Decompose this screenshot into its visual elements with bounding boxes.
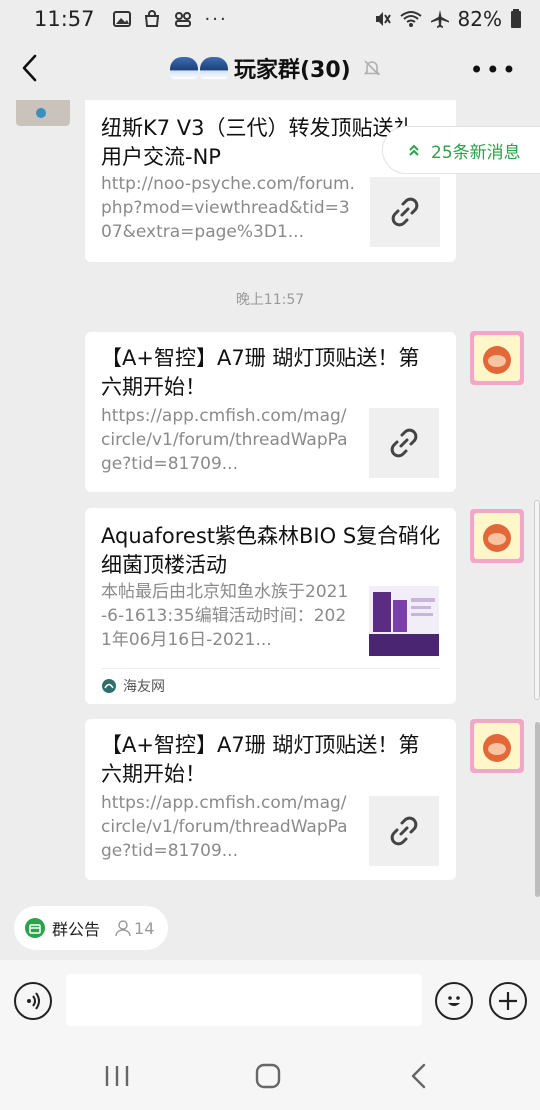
app-icon <box>174 12 191 27</box>
avatar[interactable] <box>470 331 524 385</box>
scrollbar[interactable] <box>534 500 540 700</box>
member-count-value: 14 <box>134 918 155 938</box>
message-title: 【A+智控】A7珊 瑚灯顶贴送！第六期开始！ <box>101 346 420 399</box>
new-messages-pill[interactable]: 25条新消息 <box>382 126 540 174</box>
status-right: 82% <box>372 7 522 31</box>
link-icon <box>390 428 418 458</box>
status-bar: 11:57 ··· 82% <box>0 0 540 38</box>
member-count: 14 <box>114 919 154 938</box>
scroll-thumb[interactable] <box>535 722 540 897</box>
avatar[interactable] <box>16 100 70 126</box>
message-desc: http://noo-psyche.com/forum.php?mod=view… <box>101 174 355 242</box>
nav-back-button[interactable] <box>408 1060 428 1092</box>
more-notifications-icon: ··· <box>204 8 228 30</box>
mute-bell-icon <box>363 60 381 76</box>
back-button[interactable] <box>12 50 48 86</box>
battery-icon <box>511 9 521 28</box>
plus-icon <box>499 992 517 1010</box>
double-chevron-up-icon <box>409 144 419 156</box>
message-title: 纽斯K7 V3（三代）转发顶贴送礼用户交流-NP <box>101 116 415 169</box>
link-thumbnail <box>370 177 440 247</box>
link-message-card[interactable]: 【A+智控】A7珊 瑚灯顶贴送！第六期开始！ https://app.cmfis… <box>85 719 456 880</box>
wave-emoji-icon <box>170 57 228 79</box>
message-title: 【A+智控】A7珊 瑚灯顶贴送！第六期开始！ <box>101 733 420 786</box>
back-arrow-icon <box>22 54 37 82</box>
airplane-icon <box>430 10 449 28</box>
status-notification-icons: ··· <box>112 8 228 30</box>
message-timestamp: 晚上11:57 <box>235 292 305 308</box>
voice-icon <box>27 992 40 1010</box>
chat-header: 玩家群(30) ••• <box>0 38 540 100</box>
link-icon <box>390 816 418 846</box>
voice-button[interactable] <box>14 982 52 1020</box>
notice-icon <box>25 918 45 938</box>
nav-back-icon <box>411 1063 426 1089</box>
notice-label: 群公告 <box>52 920 101 939</box>
gallery-icon <box>112 11 131 27</box>
recent-apps-icon <box>105 1066 129 1086</box>
message-input[interactable] <box>66 974 422 1026</box>
link-message-card[interactable]: 【A+智控】A7珊 瑚灯顶贴送！第六期开始！ https://app.cmfis… <box>85 332 456 492</box>
avatar[interactable] <box>470 509 524 563</box>
recent-apps-button[interactable] <box>104 1060 130 1092</box>
more-actions-button[interactable] <box>489 982 527 1020</box>
chat-title-wrap: 玩家群(30) <box>170 52 381 84</box>
person-icon <box>115 920 131 937</box>
status-time: 11:57 <box>34 7 95 31</box>
group-notice-chip[interactable]: 群公告 14 <box>14 906 168 950</box>
avatar[interactable] <box>470 719 524 773</box>
emoji-button[interactable] <box>435 982 473 1020</box>
message-input-bar <box>0 960 540 1042</box>
new-messages-label: 25条新消息 <box>431 142 521 163</box>
card-divider <box>101 668 440 669</box>
link-thumbnail <box>369 408 439 478</box>
message-title: Aquaforest紫色森林BIO S复合硝化细菌顶楼活动 <box>101 524 441 577</box>
battery-percent: 82% <box>457 7 502 31</box>
article-source: 海友网 <box>101 676 440 696</box>
source-name: 海友网 <box>123 679 165 695</box>
link-thumbnail <box>369 796 439 866</box>
emoji-icon <box>448 996 460 1006</box>
more-button[interactable]: ••• <box>470 56 518 84</box>
home-icon <box>255 1063 281 1089</box>
article-thumbnail <box>369 586 439 656</box>
message-desc: https://app.cmfish.com/mag/circle/v1/for… <box>101 406 348 474</box>
chat-title: 玩家群(30) <box>234 58 351 83</box>
message-desc: 本帖最后由北京知鱼水族于2021-6-1613:35编辑活动时间：2021年06… <box>101 582 349 650</box>
link-message-card[interactable]: 纽斯K7 V3（三代）转发顶贴送礼用户交流-NP http://noo-psyc… <box>85 100 456 262</box>
link-icon <box>391 197 419 227</box>
home-button[interactable] <box>254 1060 282 1092</box>
article-message-card[interactable]: Aquaforest紫色森林BIO S复合硝化细菌顶楼活动 本帖最后由北京知鱼水… <box>85 508 456 704</box>
message-desc: https://app.cmfish.com/mag/circle/v1/for… <box>101 793 348 861</box>
system-nav-bar <box>0 1042 540 1110</box>
bag-icon <box>144 10 159 27</box>
source-logo-icon <box>102 679 116 693</box>
wifi-icon <box>399 11 422 27</box>
mute-vibrate-icon <box>375 12 391 26</box>
